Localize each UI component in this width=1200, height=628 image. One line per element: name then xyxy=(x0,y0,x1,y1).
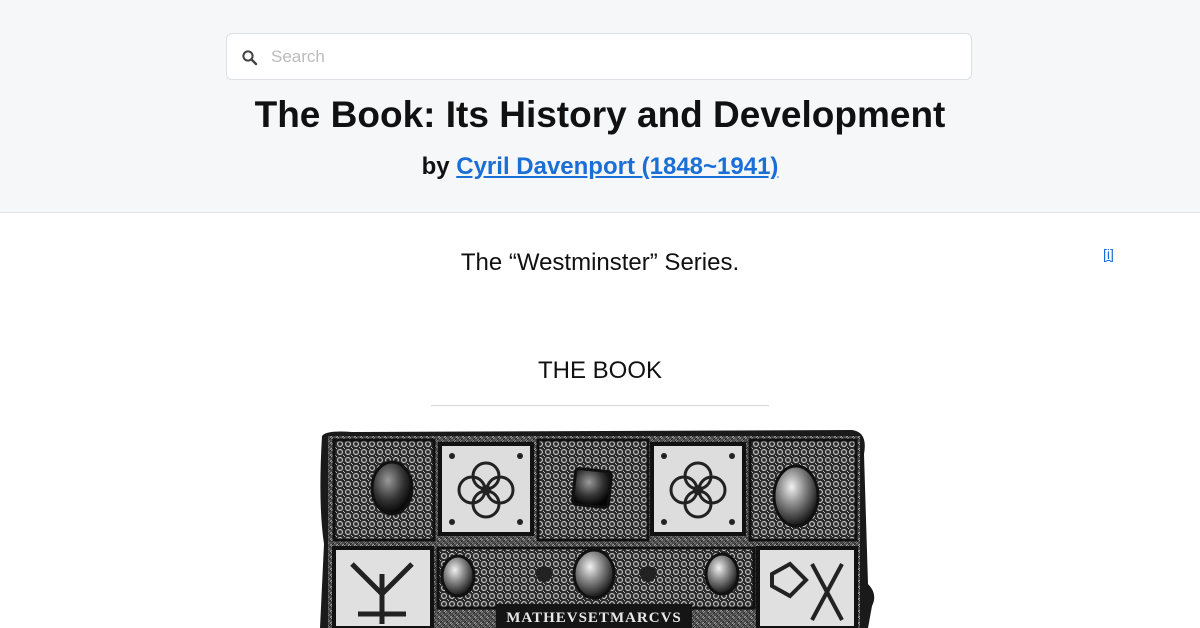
by-label: by xyxy=(421,153,450,180)
page-header: The Book: Its History and Development by… xyxy=(0,0,1200,213)
search-input[interactable] xyxy=(271,34,961,79)
search-box[interactable] xyxy=(226,33,972,80)
book-title: The Book: Its History and Development xyxy=(254,94,946,135)
series-line: The “Westminster” Series. xyxy=(460,249,740,276)
section-title: THE BOOK xyxy=(537,357,663,384)
search-icon[interactable] xyxy=(241,49,259,67)
cover-inscription: MATHEVSETMARCVS xyxy=(506,610,682,626)
section-divider xyxy=(431,405,769,406)
byline: by Cyril Davenport (1848~1941) xyxy=(0,152,1200,182)
author-link[interactable]: Cyril Davenport (1848~1941) xyxy=(456,153,778,180)
frontispiece-image: MATHEVSETMARCVS xyxy=(312,424,888,628)
